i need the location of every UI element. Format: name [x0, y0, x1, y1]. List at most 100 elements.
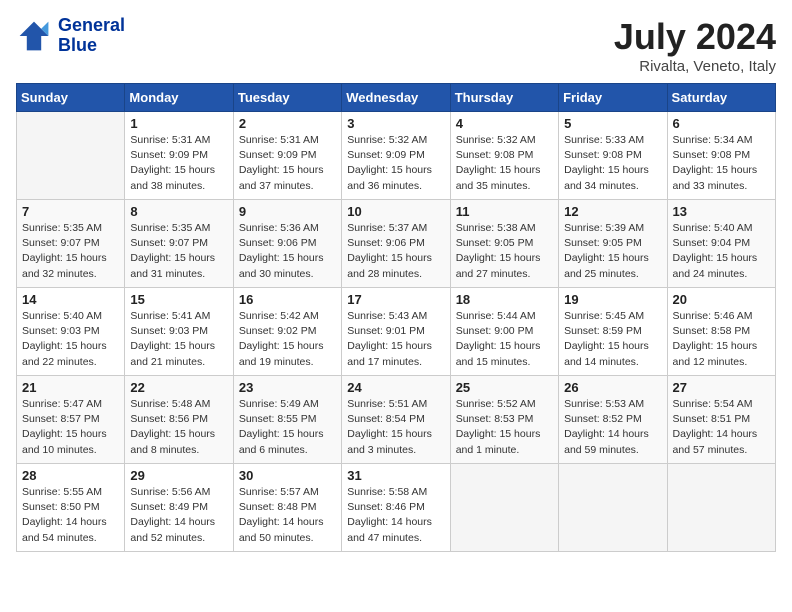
calendar-cell: 9 Sunrise: 5:36 AMSunset: 9:06 PMDaylight… [233, 200, 341, 288]
calendar-cell: 8 Sunrise: 5:35 AMSunset: 9:07 PMDaylight… [125, 200, 233, 288]
calendar-table: SundayMondayTuesdayWednesdayThursdayFrid… [16, 83, 776, 552]
day-number: 12 [564, 204, 661, 219]
calendar-cell: 30Sunrise: 5:57 AMSunset: 8:48 PMDayligh… [233, 464, 341, 552]
calendar-cell: 5 Sunrise: 5:33 AMSunset: 9:08 PMDaylight… [559, 112, 667, 200]
day-number: 3 [347, 116, 444, 131]
cell-content: Sunrise: 5:38 AMSunset: 9:05 PMDaylight:… [456, 221, 553, 282]
day-number: 20 [673, 292, 770, 307]
calendar-header: SundayMondayTuesdayWednesdayThursdayFrid… [17, 84, 776, 112]
calendar-cell: 10 Sunrise: 5:37 AMSunset: 9:06 PMDayligh… [342, 200, 450, 288]
day-number: 9 [239, 204, 336, 219]
calendar-cell: 12 Sunrise: 5:39 AMSunset: 9:05 PMDayligh… [559, 200, 667, 288]
day-number: 26 [564, 380, 661, 395]
cell-content: Sunrise: 5:40 AMSunset: 9:03 PMDaylight:… [22, 309, 119, 370]
day-number: 1 [130, 116, 227, 131]
calendar-cell: 29 Sunrise: 5:56 AMSunset: 8:49 PMDayligh… [125, 464, 233, 552]
day-number: 28 [22, 468, 119, 483]
cell-content: Sunrise: 5:45 AMSunset: 8:59 PMDaylight:… [564, 309, 661, 370]
calendar-cell: 21Sunrise: 5:47 AMSunset: 8:57 PMDayligh… [17, 376, 125, 464]
cell-content: Sunrise: 5:39 AMSunset: 9:05 PMDaylight:… [564, 221, 661, 282]
day-number: 25 [456, 380, 553, 395]
calendar-week: 21Sunrise: 5:47 AMSunset: 8:57 PMDayligh… [17, 376, 776, 464]
calendar-cell: 13Sunrise: 5:40 AMSunset: 9:04 PMDayligh… [667, 200, 775, 288]
day-number: 10 [347, 204, 444, 219]
day-number: 23 [239, 380, 336, 395]
location: Rivalta, Veneto, Italy [614, 58, 776, 75]
day-number: 2 [239, 116, 336, 131]
calendar-cell: 11 Sunrise: 5:38 AMSunset: 9:05 PMDayligh… [450, 200, 558, 288]
cell-content: Sunrise: 5:42 AMSunset: 9:02 PMDaylight:… [239, 309, 336, 370]
header-day: Wednesday [342, 84, 450, 112]
day-number: 7 [22, 204, 119, 219]
header-day: Saturday [667, 84, 775, 112]
calendar-cell: 14 Sunrise: 5:40 AMSunset: 9:03 PMDayligh… [17, 288, 125, 376]
day-number: 27 [673, 380, 770, 395]
cell-content: Sunrise: 5:43 AMSunset: 9:01 PMDaylight:… [347, 309, 444, 370]
day-number: 16 [239, 292, 336, 307]
cell-content: Sunrise: 5:51 AMSunset: 8:54 PMDaylight:… [347, 397, 444, 458]
day-number: 31 [347, 468, 444, 483]
day-number: 11 [456, 204, 553, 219]
page-header: General Blue July 2024 Rivalta, Veneto, … [16, 16, 776, 75]
calendar-cell [17, 112, 125, 200]
cell-content: Sunrise: 5:37 AMSunset: 9:06 PMDaylight:… [347, 221, 444, 282]
calendar-cell [450, 464, 558, 552]
calendar-cell: 1 Sunrise: 5:31 AMSunset: 9:09 PMDaylight… [125, 112, 233, 200]
day-number: 5 [564, 116, 661, 131]
calendar-cell: 16 Sunrise: 5:42 AMSunset: 9:02 PMDayligh… [233, 288, 341, 376]
day-number: 24 [347, 380, 444, 395]
logo-text: General Blue [58, 16, 125, 56]
cell-content: Sunrise: 5:53 AMSunset: 8:52 PMDaylight:… [564, 397, 661, 458]
calendar-cell: 17 Sunrise: 5:43 AMSunset: 9:01 PMDayligh… [342, 288, 450, 376]
cell-content: Sunrise: 5:35 AMSunset: 9:07 PMDaylight:… [130, 221, 227, 282]
calendar-cell [667, 464, 775, 552]
calendar-cell: 25 Sunrise: 5:52 AMSunset: 8:53 PMDayligh… [450, 376, 558, 464]
cell-content: Sunrise: 5:32 AMSunset: 9:08 PMDaylight:… [456, 133, 553, 194]
cell-content: Sunrise: 5:46 AMSunset: 8:58 PMDaylight:… [673, 309, 770, 370]
cell-content: Sunrise: 5:31 AMSunset: 9:09 PMDaylight:… [130, 133, 227, 194]
day-number: 30 [239, 468, 336, 483]
header-day: Tuesday [233, 84, 341, 112]
logo-line1: General [58, 16, 125, 36]
cell-content: Sunrise: 5:56 AMSunset: 8:49 PMDaylight:… [130, 485, 227, 546]
cell-content: Sunrise: 5:34 AMSunset: 9:08 PMDaylight:… [673, 133, 770, 194]
calendar-cell: 20 Sunrise: 5:46 AMSunset: 8:58 PMDayligh… [667, 288, 775, 376]
day-number: 15 [130, 292, 227, 307]
cell-content: Sunrise: 5:44 AMSunset: 9:00 PMDaylight:… [456, 309, 553, 370]
header-day: Monday [125, 84, 233, 112]
cell-content: Sunrise: 5:54 AMSunset: 8:51 PMDaylight:… [673, 397, 770, 458]
logo: General Blue [16, 16, 125, 56]
header-day: Thursday [450, 84, 558, 112]
calendar-cell: 28 Sunrise: 5:55 AMSunset: 8:50 PMDayligh… [17, 464, 125, 552]
day-number: 17 [347, 292, 444, 307]
day-number: 6 [673, 116, 770, 131]
calendar-cell: 23 Sunrise: 5:49 AMSunset: 8:55 PMDayligh… [233, 376, 341, 464]
day-number: 29 [130, 468, 227, 483]
calendar-week: 1 Sunrise: 5:31 AMSunset: 9:09 PMDaylight… [17, 112, 776, 200]
cell-content: Sunrise: 5:55 AMSunset: 8:50 PMDaylight:… [22, 485, 119, 546]
calendar-cell: 7Sunrise: 5:35 AMSunset: 9:07 PMDaylight… [17, 200, 125, 288]
calendar-cell: 6 Sunrise: 5:34 AMSunset: 9:08 PMDaylight… [667, 112, 775, 200]
calendar-cell: 31 Sunrise: 5:58 AMSunset: 8:46 PMDayligh… [342, 464, 450, 552]
cell-content: Sunrise: 5:49 AMSunset: 8:55 PMDaylight:… [239, 397, 336, 458]
logo-line2: Blue [58, 36, 125, 56]
calendar-cell: 22Sunrise: 5:48 AMSunset: 8:56 PMDayligh… [125, 376, 233, 464]
cell-content: Sunrise: 5:58 AMSunset: 8:46 PMDaylight:… [347, 485, 444, 546]
header-day: Sunday [17, 84, 125, 112]
cell-content: Sunrise: 5:33 AMSunset: 9:08 PMDaylight:… [564, 133, 661, 194]
header-day: Friday [559, 84, 667, 112]
cell-content: Sunrise: 5:52 AMSunset: 8:53 PMDaylight:… [456, 397, 553, 458]
title-block: July 2024 Rivalta, Veneto, Italy [614, 16, 776, 75]
calendar-cell: 2 Sunrise: 5:31 AMSunset: 9:09 PMDaylight… [233, 112, 341, 200]
day-number: 18 [456, 292, 553, 307]
calendar-cell [559, 464, 667, 552]
cell-content: Sunrise: 5:31 AMSunset: 9:09 PMDaylight:… [239, 133, 336, 194]
day-number: 14 [22, 292, 119, 307]
calendar-week: 7 Sunrise: 5:35 AMSunset: 9:07 PMDaylight… [17, 200, 776, 288]
day-number: 8 [130, 204, 227, 219]
cell-content: Sunrise: 5:40 AMSunset: 9:04 PMDaylight:… [673, 221, 770, 282]
cell-content: Sunrise: 5:48 AMSunset: 8:56 PMDaylight:… [130, 397, 227, 458]
cell-content: Sunrise: 5:47 AMSunset: 8:57 PMDaylight:… [22, 397, 119, 458]
cell-content: Sunrise: 5:41 AMSunset: 9:03 PMDaylight:… [130, 309, 227, 370]
cell-content: Sunrise: 5:36 AMSunset: 9:06 PMDaylight:… [239, 221, 336, 282]
